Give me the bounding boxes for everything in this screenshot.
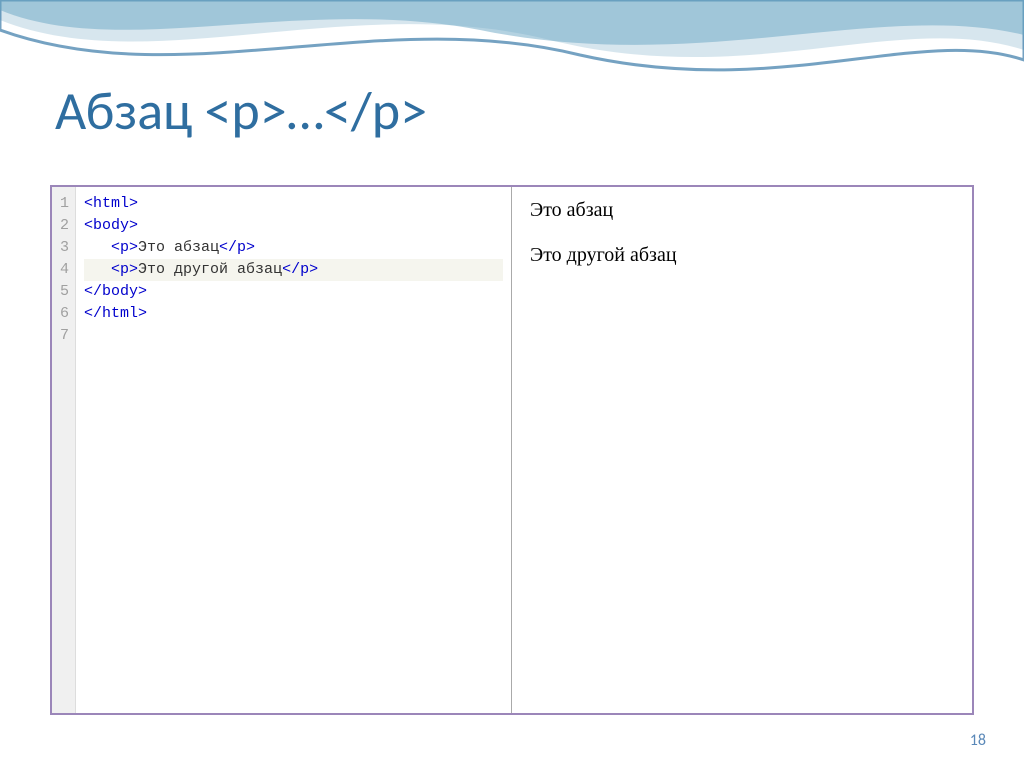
- code-line: </html>: [84, 303, 503, 325]
- line-number: 1: [58, 193, 69, 215]
- page-title: Абзац <p>…</p>: [55, 78, 427, 144]
- preview-pane: Это абзац Это другой абзац: [512, 187, 972, 713]
- page-number: 18: [970, 731, 986, 750]
- line-number: 6: [58, 303, 69, 325]
- code-line: <html>: [84, 193, 503, 215]
- line-number: 3: [58, 237, 69, 259]
- code-pane: 1234567 <html><body> <p>Это абзац</p> <p…: [52, 187, 512, 713]
- content-frame: 1234567 <html><body> <p>Это абзац</p> <p…: [50, 185, 974, 715]
- line-number: 7: [58, 325, 69, 347]
- code-line: <body>: [84, 215, 503, 237]
- preview-paragraph-2: Это другой абзац: [530, 244, 954, 267]
- slide: Абзац <p>…</p> 1234567 <html><body> <p>Э…: [0, 0, 1024, 768]
- code-line: </body>: [84, 281, 503, 303]
- line-number: 4: [58, 259, 69, 281]
- line-number-gutter: 1234567: [52, 187, 76, 713]
- code-line: <p>Это другой абзац</p>: [84, 259, 503, 281]
- code-line: [84, 325, 503, 347]
- code-lines: <html><body> <p>Это абзац</p> <p>Это дру…: [76, 187, 511, 713]
- preview-paragraph-1: Это абзац: [530, 199, 954, 222]
- line-number: 2: [58, 215, 69, 237]
- line-number: 5: [58, 281, 69, 303]
- code-line: <p>Это абзац</p>: [84, 237, 503, 259]
